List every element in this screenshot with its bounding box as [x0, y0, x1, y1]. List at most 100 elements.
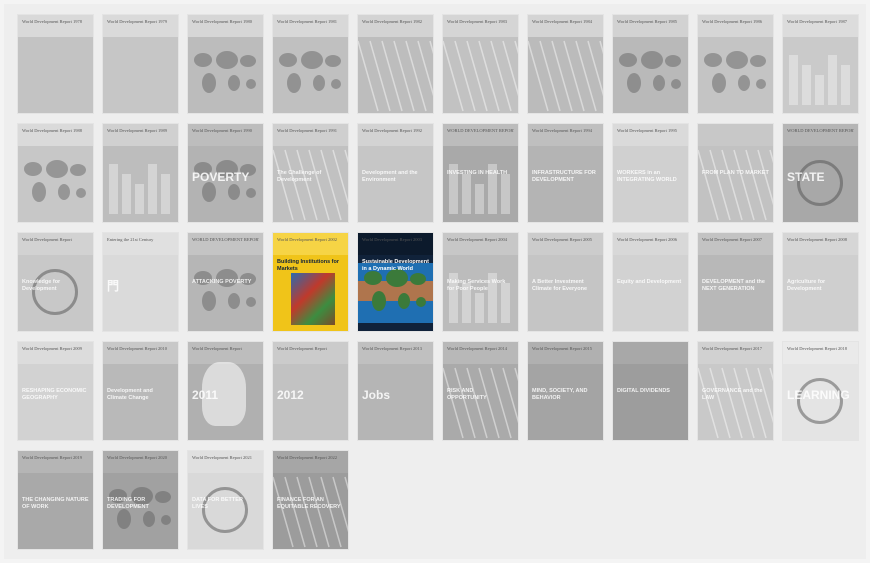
report-cover[interactable]: World Development Report 1988: [18, 124, 93, 222]
cover-heading: Agriculture for Development: [787, 279, 826, 292]
cover-title: World Development Report 1981: [277, 19, 338, 24]
report-cover[interactable]: World Development Report Knowledge for De…: [18, 233, 93, 331]
cover-title: World Development Report 2009: [22, 346, 83, 351]
report-cover[interactable]: World Development Report 1984: [528, 15, 603, 113]
bar-graphic: [135, 184, 144, 214]
cover-title: World Development Report 2008: [787, 237, 848, 242]
cover-title: World Development Report 1989: [107, 128, 168, 133]
report-cover[interactable]: World Development Report 2006 Equity and …: [613, 233, 688, 331]
report-cover[interactable]: World Development Report 2020 TRADING FOR…: [103, 451, 178, 549]
bar-graphic: [828, 55, 837, 105]
cover-heading: DATA FOR BETTER LIVES: [192, 497, 243, 510]
report-cover[interactable]: World Development Report 1995 WORKERS in …: [613, 124, 688, 222]
report-cover[interactable]: World Development Report 1990 POVERTY: [188, 124, 263, 222]
report-cover[interactable]: World Development Report 1987: [783, 15, 858, 113]
cover-title: World Development Report 2007: [702, 237, 763, 242]
report-cover[interactable]: World Development Report 1979: [103, 15, 178, 113]
bar-graphic: [475, 293, 484, 323]
cover-title: World Development Report 2015: [532, 346, 593, 351]
cover-heading: GOVERNANCE and the LAW: [702, 388, 763, 401]
report-cover[interactable]: World Development Report 2022 FINANCE FOR…: [273, 451, 348, 549]
cover-title: World Development Report 1984: [532, 19, 593, 24]
report-cover[interactable]: World Development Report 1982: [358, 15, 433, 113]
report-cover[interactable]: World Development Report 2012: [273, 342, 348, 440]
report-cover[interactable]: World Development Report 2017 GOVERNANCE …: [698, 342, 773, 440]
bar-graphic: [475, 184, 484, 214]
cover-title: World Development Report 2018: [787, 346, 848, 351]
report-cover[interactable]: World Development Report 1985: [613, 15, 688, 113]
cover-heading: 門: [107, 279, 120, 293]
cover-title: World Development Report: [192, 346, 242, 351]
bar-graphic: [161, 174, 170, 214]
report-cover[interactable]: World Development Report 1980: [188, 15, 263, 113]
cover-title: World Development Report: [277, 346, 327, 351]
report-cover[interactable]: World Development Report 1981: [273, 15, 348, 113]
report-cover[interactable]: FROM PLAN TO MARKET: [698, 124, 773, 222]
cover-heading: 2012: [277, 388, 304, 402]
cover-title: World Development Report 2004: [447, 237, 508, 242]
report-cover[interactable]: World Development Report 2008 Agriculture…: [783, 233, 858, 331]
report-cover[interactable]: World Development Report 1986: [698, 15, 773, 113]
map-graphic: [194, 160, 256, 202]
report-cover[interactable]: World Development Report 1989: [103, 124, 178, 222]
cover-title: World Development Report 2006: [617, 237, 678, 242]
report-cover[interactable]: World Development Report 2018 LEARNING: [783, 342, 858, 440]
report-cover[interactable]: World Development Report 1994 INFRASTRUCT…: [528, 124, 603, 222]
cover-title: World Development Report: [22, 237, 72, 242]
report-cover[interactable]: World Development Report 2010 Development…: [103, 342, 178, 440]
report-cover[interactable]: World Development Report 2005 A Better In…: [528, 233, 603, 331]
report-cover[interactable]: Entering the 21st Century 門: [103, 233, 178, 331]
report-cover[interactable]: World Development Report 1991 The Challen…: [273, 124, 348, 222]
cover-title: WORLD DEVELOPMENT REPORT: [192, 237, 259, 242]
cover-heading: TRADING FOR DEVELOPMENT: [107, 497, 149, 510]
report-cover[interactable]: World Development Report 1978: [18, 15, 93, 113]
report-cover[interactable]: World Development Report 2011: [188, 342, 263, 440]
cover-title: World Development Report 1991: [277, 128, 338, 133]
cover-heading: MIND, SOCIETY, AND BEHAVIOR: [532, 388, 588, 401]
cover-band: [613, 342, 688, 364]
bar-graphic: [148, 164, 157, 214]
cover-title: World Development Report 1992: [362, 128, 423, 133]
report-cover[interactable]: WORLD DEVELOPMENT REPORT 1993 INVESTING I…: [443, 124, 518, 222]
cover-title: World Development Report 2021: [192, 455, 253, 460]
cover-title: World Development Report 1986: [702, 19, 763, 24]
bar-graphic: [462, 174, 471, 214]
report-cover[interactable]: WORLD DEVELOPMENT REPORT ATTACKING POVERT…: [188, 233, 263, 331]
map-graphic: [279, 51, 341, 93]
report-cover[interactable]: World Development Report 2014 RISK AND OP…: [443, 342, 518, 440]
report-cover[interactable]: World Development Report 2009 RESHAPING E…: [18, 342, 93, 440]
cover-title: World Development Report 1988: [22, 128, 83, 133]
cover-title: World Development Report 1978: [22, 19, 83, 24]
report-cover[interactable]: WORLD DEVELOPMENT REPORT 1997 STATE: [783, 124, 858, 222]
cover-heading: Development and Climate Change: [107, 388, 153, 401]
cover-heading: WORKERS in an INTEGRATING WORLD: [617, 170, 677, 183]
report-cover[interactable]: World Development Report 2019 THE CHANGIN…: [18, 451, 93, 549]
report-cover[interactable]: DIGITAL DIVIDENDS: [613, 342, 688, 440]
report-cover[interactable]: World Development Report 1992 Development…: [358, 124, 433, 222]
cover-title: World Development Report 1982: [362, 19, 423, 24]
bar-graphic: [802, 65, 811, 105]
map-graphic: [24, 160, 86, 202]
map-graphic: [704, 51, 766, 93]
report-cover[interactable]: World Development Report 1983: [443, 15, 518, 113]
report-cover[interactable]: World Development Report 2021 DATA FOR BE…: [188, 451, 263, 549]
report-cover[interactable]: World Development Report 2003 Sustainable…: [358, 233, 433, 331]
cover-title: WORLD DEVELOPMENT REPORT 1993: [447, 128, 514, 133]
cover-title: World Development Report 1983: [447, 19, 508, 24]
report-cover[interactable]: World Development Report 2004 Making Serv…: [443, 233, 518, 331]
covers-grid: World Development Report 1978 World Devel…: [4, 4, 866, 559]
cover-heading: ATTACKING POVERTY: [192, 279, 252, 285]
cover-heading: The Challenge of Development: [277, 170, 322, 183]
cover-title: Entering the 21st Century: [107, 237, 154, 242]
report-cover[interactable]: World Development Report 2015 MIND, SOCIE…: [528, 342, 603, 440]
line-graphic: [443, 40, 518, 112]
report-cover[interactable]: World Development Report 2002 Building In…: [273, 233, 348, 331]
cover-heading: 2011: [192, 388, 219, 402]
report-cover[interactable]: World Development Report 2007 DEVELOPMENT…: [698, 233, 773, 331]
cover-heading: INVESTING IN HEALTH: [447, 170, 508, 176]
cover-title: World Development Report 1990: [192, 128, 253, 133]
report-cover[interactable]: World Development Report 2013 Jobs: [358, 342, 433, 440]
cover-heading: FINANCE FOR AN EQUITABLE RECOVERY: [277, 497, 341, 510]
cover-heading: Sustainable Development in a Dynamic Wor…: [362, 259, 429, 272]
map-graphic: [194, 269, 256, 311]
